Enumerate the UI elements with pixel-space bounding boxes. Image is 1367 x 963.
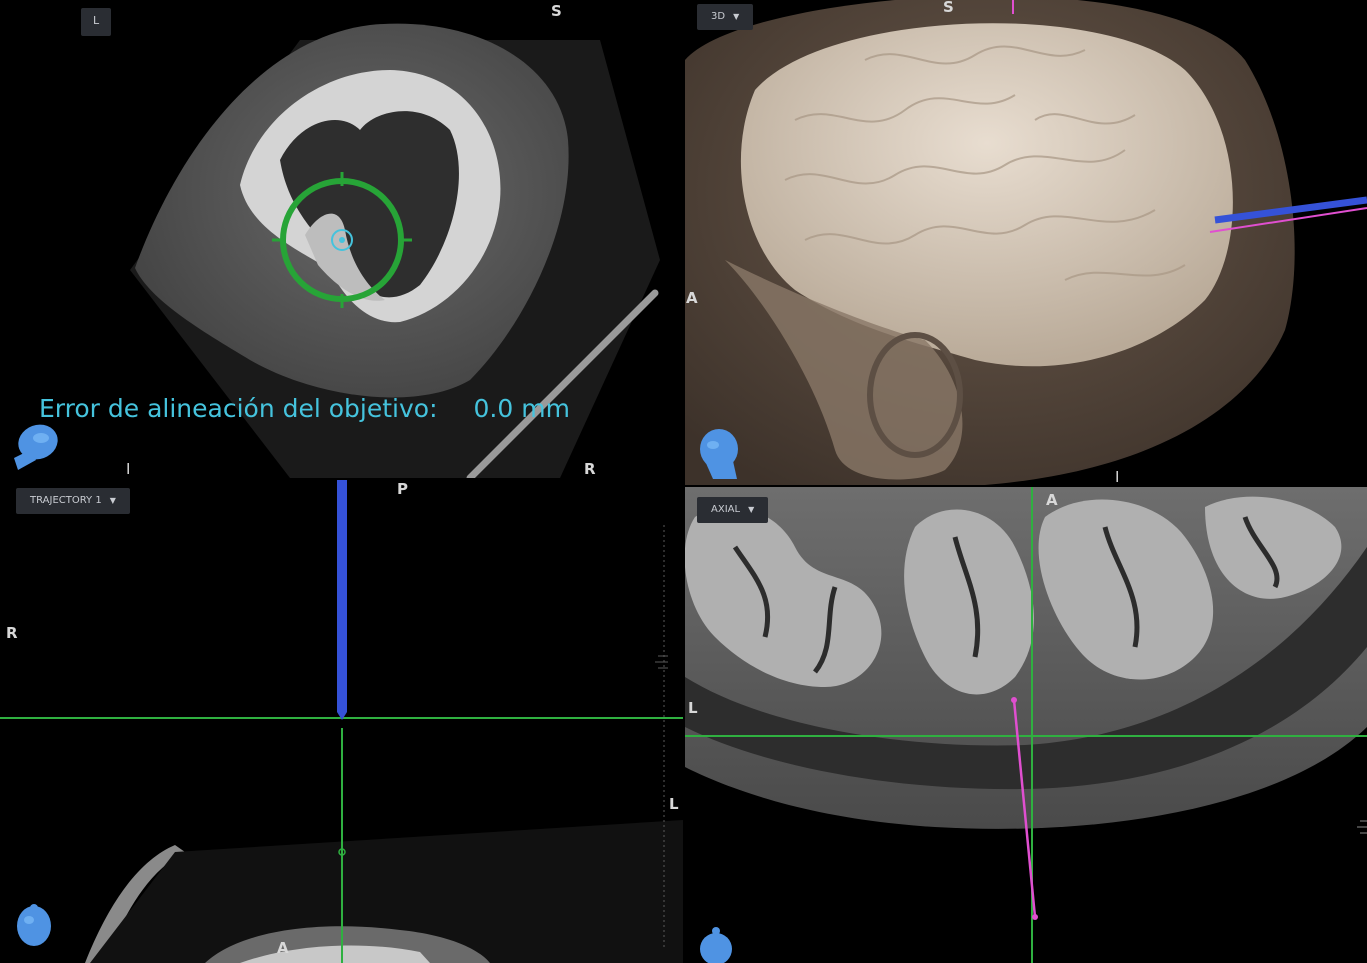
alignment-error-label: Error de alineación del objetivo:	[39, 394, 438, 423]
volume-3d-view-pane[interactable]: 3D ▼ S A I	[685, 0, 1367, 485]
chevron-down-icon: ▼	[109, 496, 116, 505]
view-selector-label: TRAJECTORY 1	[30, 495, 102, 506]
coronal-view-pane[interactable]: L S I R Error de alineación del objetivo…	[0, 0, 683, 478]
view-selector-coronal[interactable]: L	[81, 8, 112, 36]
head-orientation-icon[interactable]	[697, 927, 735, 963]
orient-label-top: P	[397, 480, 408, 498]
mr-slice-image	[685, 487, 1367, 963]
orient-label-top: A	[1046, 491, 1058, 509]
view-selector-trajectory[interactable]: TRAJECTORY 1 ▼	[16, 488, 130, 514]
orient-label-top: S	[943, 0, 954, 16]
orient-label-bottom: I	[126, 460, 131, 478]
orient-label-right: L	[669, 795, 679, 813]
trajectory-view-pane[interactable]: TRAJECTORY 1 ▼ P R L A	[0, 480, 683, 963]
chevron-down-icon: ▼	[733, 12, 740, 21]
orient-label-left: L	[688, 699, 698, 717]
view-selector-3d[interactable]: 3D ▼	[697, 4, 754, 30]
chevron-down-icon: ▼	[748, 505, 755, 514]
axial-view-pane[interactable]: AXIAL ▼ A L	[685, 487, 1367, 963]
view-selector-label: AXIAL	[711, 504, 741, 515]
head-orientation-icon[interactable]	[6, 420, 60, 472]
head-orientation-icon[interactable]	[693, 425, 745, 481]
orient-label-left: R	[6, 624, 18, 642]
orient-label-bottom: A	[277, 939, 289, 957]
trajectory-slice-image	[0, 480, 683, 963]
view-selector-label: 3D	[711, 11, 726, 22]
orient-label-right: R	[584, 460, 596, 478]
orient-label-left: A	[686, 289, 698, 307]
view-selector-label: L	[93, 14, 100, 27]
alignment-error-value: 0.0 mm	[473, 394, 570, 423]
head-orientation-icon[interactable]	[14, 902, 56, 948]
volume-render-image	[685, 0, 1367, 485]
view-selector-axial[interactable]: AXIAL ▼	[697, 497, 769, 523]
orient-label-top: S	[551, 2, 562, 20]
orient-label-bottom: I	[1115, 468, 1120, 485]
alignment-error-readout: Error de alineación del objetivo: 0.0 mm	[39, 394, 570, 423]
